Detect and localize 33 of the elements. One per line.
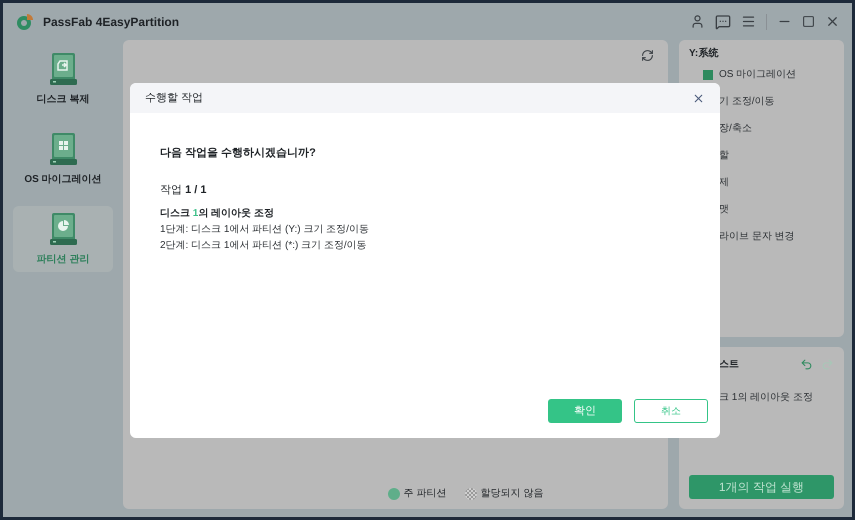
action-item[interactable]: 맷 xyxy=(719,202,729,217)
app-title: PassFab 4EasyPartition xyxy=(43,14,180,30)
refresh-icon[interactable] xyxy=(641,49,654,62)
dialog-question: 다음 작업을 수행하시겠습니까? xyxy=(160,146,317,161)
action-item[interactable]: OS 마이그레이션 xyxy=(719,67,796,82)
action-item[interactable]: 할 xyxy=(719,148,729,163)
drive-copy-icon xyxy=(48,52,78,86)
operation-title: 디스크 1의 레이아웃 조정 xyxy=(160,207,275,221)
legend-label: 할당되지 않음 xyxy=(480,487,544,501)
close-icon[interactable] xyxy=(692,92,705,104)
drive-pie-icon xyxy=(48,212,78,246)
legend-label: 주 파티션 xyxy=(404,487,446,501)
operation-step: 1단계: 디스크 1에서 파티션 (Y:) 크기 조정/이동 xyxy=(160,222,720,237)
sidebar-item[interactable]: 디스크 복제 xyxy=(13,46,113,112)
maximize-icon[interactable] xyxy=(802,15,815,28)
operation-counter: 작업 1 / 1 xyxy=(160,182,208,198)
feedback-icon[interactable] xyxy=(715,14,731,30)
operations-title: 스트 xyxy=(719,358,739,372)
migrate-icon xyxy=(703,70,713,80)
operation-item: 크 1의 레이아웃 조정 xyxy=(719,391,814,405)
sidebar-item[interactable]: OS 마이그레이션 xyxy=(13,126,113,192)
account-icon[interactable] xyxy=(690,14,705,29)
action-item[interactable]: 제 xyxy=(719,175,729,190)
action-item[interactable]: 기 조정/이동 xyxy=(719,94,775,109)
drive-grid-icon xyxy=(48,132,78,166)
action-item[interactable]: 장/축소 xyxy=(719,121,752,136)
menu-icon[interactable] xyxy=(741,14,756,29)
operation-step: 2단계: 디스크 1에서 파티션 (*:) 크기 조정/이동 xyxy=(160,238,720,253)
close-icon[interactable] xyxy=(825,14,840,29)
partition-title: Y:系统 xyxy=(689,46,720,61)
dialog-title: 수행할 작업 xyxy=(145,90,204,106)
app-logo-icon xyxy=(15,12,35,32)
action-item[interactable]: 라이브 문자 변경 xyxy=(719,229,795,244)
